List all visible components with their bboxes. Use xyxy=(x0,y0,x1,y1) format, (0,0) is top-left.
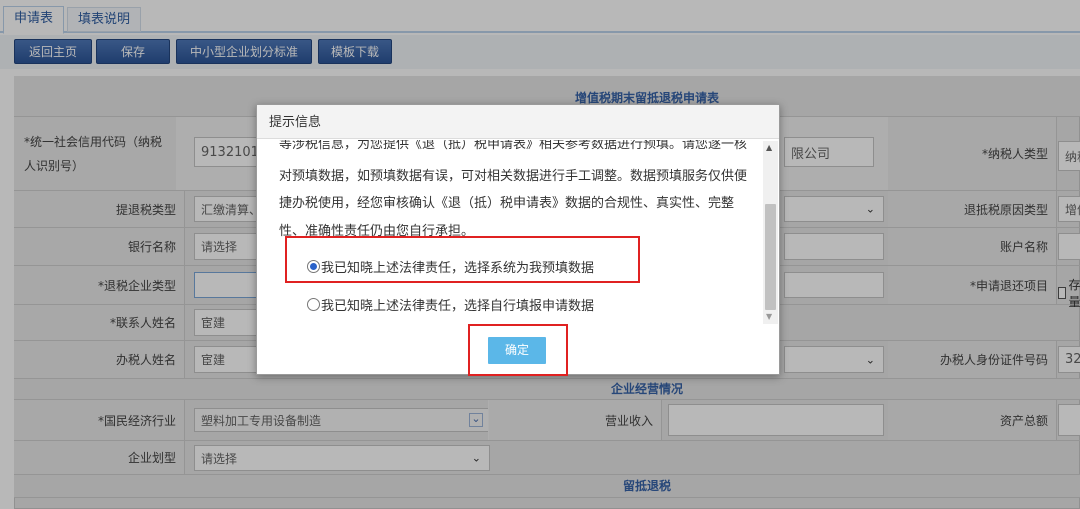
option-manual-label: 我已知晓上述法律责任，选择自行填报申请数据 xyxy=(321,299,595,314)
dialog-text-line: 捷办税使用，经您审核确认《退（抵）税申请表》数据的合规性、真实性、完整 xyxy=(279,196,735,211)
dialog-text-line: 对预填数据，如预填数据有误，可对相关数据进行手工调整。数据预填服务仅供便 xyxy=(279,169,748,184)
dialog-title: 提示信息 xyxy=(257,105,779,139)
option-manual[interactable]: 我已知晓上述法律责任，选择自行填报申请数据 xyxy=(307,295,594,314)
highlight-box xyxy=(285,236,640,283)
dialog-text-line: 等涉税信息，为您提供《退（抵）税申请表》相关参考数据进行预填。请您逐一核 xyxy=(279,140,748,152)
scroll-down-icon[interactable]: ▼ xyxy=(766,312,772,321)
confirm-button[interactable]: 确定 xyxy=(488,337,546,364)
scroll-up-icon[interactable]: ▲ xyxy=(766,143,772,152)
scrollbar-thumb[interactable] xyxy=(765,204,776,310)
radio-unchecked-icon[interactable] xyxy=(307,298,320,311)
